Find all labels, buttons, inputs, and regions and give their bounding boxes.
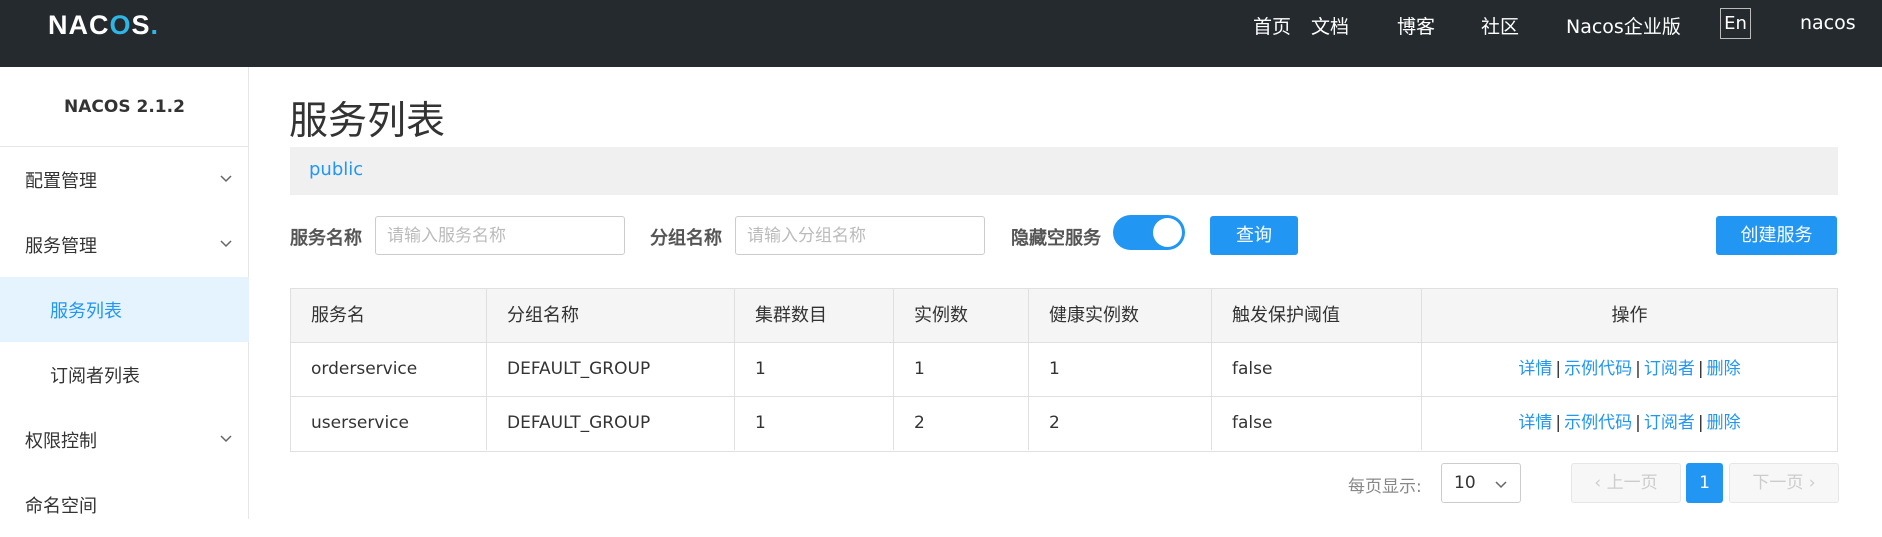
chevron-down-icon xyxy=(1495,481,1507,489)
prev-label: 上一页 xyxy=(1606,473,1658,493)
language-switch[interactable]: En xyxy=(1720,8,1751,39)
prev-page-button[interactable]: ‹ 上一页 xyxy=(1571,463,1681,503)
sidebar-item-namespace[interactable]: 命名空间 xyxy=(0,472,249,537)
sidebar-item-label: 权限控制 xyxy=(25,431,97,452)
namespace-bar: public xyxy=(290,147,1838,195)
column-header: 集群数目 xyxy=(735,289,894,342)
sidebar-item-label: 服务列表 xyxy=(50,301,122,322)
sample-code-link[interactable]: 示例代码 xyxy=(1564,359,1632,379)
service-name-input[interactable] xyxy=(375,216,625,255)
hide-empty-toggle[interactable] xyxy=(1113,215,1185,250)
sidebar-item-access-control[interactable]: 权限控制 xyxy=(0,407,249,472)
group-name-input[interactable] xyxy=(735,216,985,255)
actions-cell: 详情 | 示例代码 | 订阅者 | 删除 xyxy=(1422,343,1837,396)
query-button[interactable]: 查询 xyxy=(1210,216,1298,255)
page-title: 服务列表 xyxy=(289,99,446,144)
chevron-right-icon: › xyxy=(1803,473,1816,493)
sample-code-link[interactable]: 示例代码 xyxy=(1564,413,1632,433)
page-number-current[interactable]: 1 xyxy=(1686,463,1723,503)
nacos-logo[interactable]: NACOS. xyxy=(48,10,159,41)
healthy-count-cell: 2 xyxy=(1029,397,1212,450)
sidebar-item-service-management[interactable]: 服务管理 xyxy=(0,212,249,277)
sidebar-item-subscriber-list[interactable]: 订阅者列表 xyxy=(0,342,249,407)
chevron-down-icon xyxy=(220,435,232,443)
nav-home[interactable]: 首页 xyxy=(1253,12,1291,39)
next-label: 下一页 xyxy=(1752,473,1804,493)
sidebar-item-label: 配置管理 xyxy=(25,171,97,192)
next-page-button[interactable]: 下一页 › xyxy=(1729,463,1839,503)
protect-threshold-cell: false xyxy=(1212,343,1422,396)
group-name-label: 分组名称 xyxy=(650,228,722,249)
service-name-cell: userservice xyxy=(291,397,487,450)
chevron-down-icon xyxy=(220,240,232,248)
create-service-button[interactable]: 创建服务 xyxy=(1716,216,1837,255)
separator: | xyxy=(1635,413,1641,433)
namespace-public[interactable]: public xyxy=(309,159,363,180)
sidebar-item-label: 订阅者列表 xyxy=(50,366,140,387)
separator: | xyxy=(1555,413,1562,433)
page-size-value: 10 xyxy=(1454,473,1476,493)
sidebar: NACOS 2.1.2 配置管理 服务管理 服务列表 订阅者列表 权限控制 命名… xyxy=(0,67,249,519)
sidebar-item-label: 服务管理 xyxy=(25,236,97,257)
subscribers-link[interactable]: 订阅者 xyxy=(1644,413,1695,433)
page-size-label: 每页显示: xyxy=(1348,477,1422,497)
user-menu[interactable]: nacos xyxy=(1800,12,1856,34)
sidebar-item-config-management[interactable]: 配置管理 xyxy=(0,147,249,212)
nav-docs[interactable]: 文档 xyxy=(1311,12,1349,39)
page-size-select[interactable]: 10 xyxy=(1441,463,1521,503)
nav-community[interactable]: 社区 xyxy=(1481,12,1519,39)
table-header-row: 服务名 分组名称 集群数目 实例数 健康实例数 触发保护阈值 操作 xyxy=(291,289,1837,343)
group-name-cell: DEFAULT_GROUP xyxy=(487,343,735,396)
nav-enterprise[interactable]: Nacos企业版 xyxy=(1566,12,1681,39)
separator: | xyxy=(1635,359,1641,379)
instance-count-cell: 1 xyxy=(894,343,1029,396)
toggle-knob xyxy=(1153,218,1182,247)
table-row: userservice DEFAULT_GROUP 1 2 2 false 详情… xyxy=(291,397,1837,451)
actions-cell: 详情 | 示例代码 | 订阅者 | 删除 xyxy=(1422,397,1837,450)
separator: | xyxy=(1555,359,1562,379)
column-header: 服务名 xyxy=(291,289,487,342)
top-navbar: NACOS. 首页 文档 博客 社区 Nacos企业版 En nacos xyxy=(0,0,1882,67)
service-name-cell: orderservice xyxy=(291,343,487,396)
table-row: orderservice DEFAULT_GROUP 1 1 1 false 详… xyxy=(291,343,1837,397)
sidebar-item-label: 命名空间 xyxy=(25,496,97,517)
hide-empty-label: 隐藏空服务 xyxy=(1011,228,1101,249)
instance-count-cell: 2 xyxy=(894,397,1029,450)
separator: | xyxy=(1697,413,1704,433)
cluster-count-cell: 1 xyxy=(735,343,894,396)
service-table: 服务名 分组名称 集群数目 实例数 健康实例数 触发保护阈值 操作 orders… xyxy=(290,288,1838,452)
subscribers-link[interactable]: 订阅者 xyxy=(1644,359,1695,379)
column-header: 分组名称 xyxy=(487,289,735,342)
column-header: 触发保护阈值 xyxy=(1212,289,1422,342)
detail-link[interactable]: 详情 xyxy=(1518,413,1552,433)
column-header: 操作 xyxy=(1611,305,1648,326)
cluster-count-cell: 1 xyxy=(735,397,894,450)
group-name-cell: DEFAULT_GROUP xyxy=(487,397,735,450)
service-name-label: 服务名称 xyxy=(290,228,362,249)
column-header: 健康实例数 xyxy=(1029,289,1212,342)
separator: | xyxy=(1697,359,1704,379)
delete-link[interactable]: 删除 xyxy=(1707,413,1741,433)
delete-link[interactable]: 删除 xyxy=(1707,359,1741,379)
sidebar-item-service-list[interactable]: 服务列表 xyxy=(0,277,249,342)
chevron-left-icon: ‹ xyxy=(1594,473,1607,493)
chevron-down-icon xyxy=(220,175,232,183)
column-header: 实例数 xyxy=(894,289,1029,342)
version-label: NACOS 2.1.2 xyxy=(0,67,249,147)
healthy-count-cell: 1 xyxy=(1029,343,1212,396)
detail-link[interactable]: 详情 xyxy=(1518,359,1552,379)
protect-threshold-cell: false xyxy=(1212,397,1422,450)
nav-blog[interactable]: 博客 xyxy=(1397,12,1435,39)
